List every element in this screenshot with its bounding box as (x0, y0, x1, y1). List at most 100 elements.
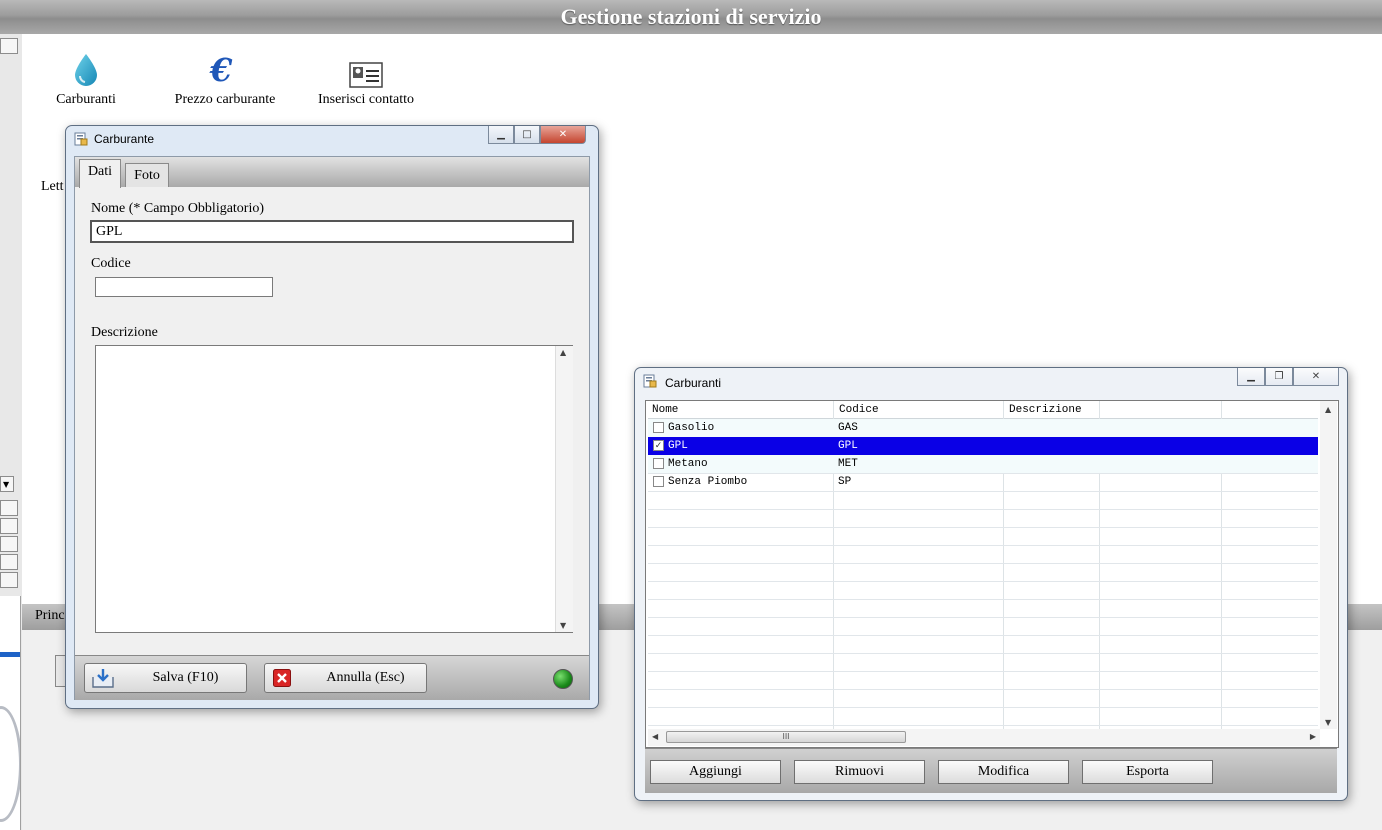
minimize-button[interactable]: ▁ (1237, 368, 1265, 386)
left-strip-button[interactable] (0, 518, 18, 534)
rimuovi-button[interactable]: Rimuovi (794, 760, 925, 784)
button-label: Esporta (1126, 764, 1169, 779)
empty-grid-row (648, 563, 1318, 582)
row-checkbox[interactable]: ✓ (653, 440, 664, 451)
cancel-button-label: Annulla (Esc) (326, 670, 405, 685)
empty-grid-row (648, 527, 1318, 546)
partial-label-lett: Lett (41, 179, 64, 194)
empty-grid-row (648, 653, 1318, 672)
descrizione-textarea[interactable] (95, 345, 573, 633)
tab-foto[interactable]: Foto (125, 163, 169, 187)
close-button[interactable]: ✕ (540, 126, 586, 144)
carburanti-list-window: Carburanti ▁ ❐ ✕ Nome Codice Descrizione… (634, 367, 1348, 801)
toolbar-carburanti[interactable]: Carburanti (48, 52, 124, 108)
carburanti-grid: Nome Codice Descrizione Gasolio GAS ✓ GPL GP… (645, 400, 1339, 748)
horizontal-scroll-thumb[interactable]: III (666, 731, 906, 743)
empty-grid-row (648, 671, 1318, 690)
cell-codice: MET (838, 458, 858, 470)
toolbar-inserisci-contatto[interactable]: Inserisci contatto (312, 62, 420, 108)
preview-graphic (0, 706, 20, 822)
restore-button[interactable]: ❐ (1265, 368, 1293, 386)
left-strip-button[interactable] (0, 500, 18, 516)
dialog-button-bar: Salva (F10) Annulla (Esc) (75, 655, 589, 700)
tab-label: Dati (87, 164, 113, 179)
tab-strip: Dati Foto (75, 157, 589, 188)
toolbar-prezzo-carburante[interactable]: € Prezzo carburante (168, 54, 282, 108)
table-row[interactable]: Gasolio GAS (648, 419, 1318, 438)
scroll-down-icon[interactable]: ▼ (1325, 718, 1331, 727)
cell-codice: GPL (838, 440, 858, 452)
close-icon: ✕ (1311, 371, 1321, 382)
codice-input[interactable] (95, 277, 273, 297)
button-label: Modifica (977, 764, 1030, 779)
table-row[interactable]: Senza Piombo SP (648, 473, 1318, 492)
row-checkbox[interactable] (653, 422, 664, 433)
minimize-icon: ▁ (1247, 371, 1255, 382)
scroll-down-icon[interactable]: ▼ (560, 621, 566, 630)
empty-grid-row (648, 509, 1318, 528)
dialog-title: Carburante (94, 132, 155, 146)
svg-text:€: € (209, 54, 233, 88)
left-strip-dropdown[interactable]: ▼ (0, 476, 14, 492)
table-row[interactable]: Metano MET (648, 455, 1318, 474)
close-button[interactable]: ✕ (1293, 368, 1339, 386)
cancel-button[interactable]: Annulla (Esc) (264, 663, 427, 693)
nome-input[interactable]: GPL (90, 220, 574, 243)
toolbar-label: Carburanti (56, 92, 116, 107)
grid-horizontal-scrollbar[interactable]: ◀ III ▶ (648, 729, 1320, 746)
column-header-nome[interactable]: Nome (652, 404, 678, 416)
maximize-button[interactable]: □ (514, 126, 540, 144)
app-title: Gestione stazioni di servizio (560, 4, 822, 29)
left-strip-button[interactable] (0, 554, 18, 570)
descrizione-label: Descrizione (91, 325, 158, 340)
close-icon: ✕ (558, 129, 568, 140)
left-strip-button[interactable] (0, 572, 18, 588)
tab-label: Foto (134, 168, 160, 183)
button-label: Aggiungi (689, 764, 742, 779)
cell-nome: GPL (668, 440, 688, 452)
scroll-up-icon[interactable]: ▲ (1325, 405, 1331, 414)
save-button[interactable]: Salva (F10) (84, 663, 247, 693)
maximize-icon: □ (522, 129, 532, 140)
column-header-codice[interactable]: Codice (839, 404, 879, 416)
list-window-title: Carburanti (665, 376, 722, 390)
minimize-icon: ▁ (497, 129, 505, 140)
left-strip-button[interactable] (0, 536, 18, 552)
list-button-bar: Aggiungi Rimuovi Modifica Esporta (645, 748, 1337, 793)
drop-icon (75, 54, 97, 86)
list-window-app-icon (643, 374, 657, 388)
left-strip-button[interactable] (0, 38, 18, 54)
empty-grid-row (648, 635, 1318, 654)
table-row[interactable]: ✓ GPL GPL (648, 437, 1318, 456)
empty-grid-row (648, 617, 1318, 636)
cell-codice: GAS (838, 422, 858, 434)
scroll-left-icon[interactable]: ◀ (652, 732, 658, 741)
esporta-button[interactable]: Esporta (1082, 760, 1213, 784)
empty-grid-row (648, 581, 1318, 600)
codice-label: Codice (91, 256, 131, 271)
contact-card-icon (349, 62, 383, 88)
scroll-up-icon[interactable]: ▲ (560, 348, 566, 357)
cell-nome: Gasolio (668, 422, 715, 434)
descrizione-scrollbar[interactable]: ▲ ▼ (555, 346, 573, 632)
status-indicator-icon (553, 669, 573, 689)
column-header-descrizione[interactable]: Descrizione (1009, 404, 1082, 416)
cell-nome: Metano (668, 458, 708, 470)
modifica-button[interactable]: Modifica (938, 760, 1069, 784)
left-preview-panel (0, 596, 21, 830)
row-checkbox[interactable] (653, 476, 664, 487)
row-checkbox[interactable] (653, 458, 664, 469)
nome-label: Nome (* Campo Obbligatorio) (91, 201, 265, 216)
button-label: Rimuovi (834, 764, 884, 779)
grid-vertical-scrollbar[interactable]: ▲ ▼ (1320, 401, 1337, 729)
cell-nome: Senza Piombo (668, 476, 748, 488)
toolbar-label: Prezzo carburante (174, 92, 276, 107)
empty-grid-row (648, 545, 1318, 564)
dropdown-arrow-icon: ▼ (3, 480, 10, 489)
tab-dati[interactable]: Dati (79, 159, 121, 188)
app-title-bar: Gestione stazioni di servizio (0, 0, 1382, 34)
aggiungi-button[interactable]: Aggiungi (650, 760, 781, 784)
minimize-button[interactable]: ▁ (488, 126, 514, 144)
save-button-label: Salva (F10) (152, 670, 219, 685)
scroll-right-icon[interactable]: ▶ (1310, 732, 1316, 741)
